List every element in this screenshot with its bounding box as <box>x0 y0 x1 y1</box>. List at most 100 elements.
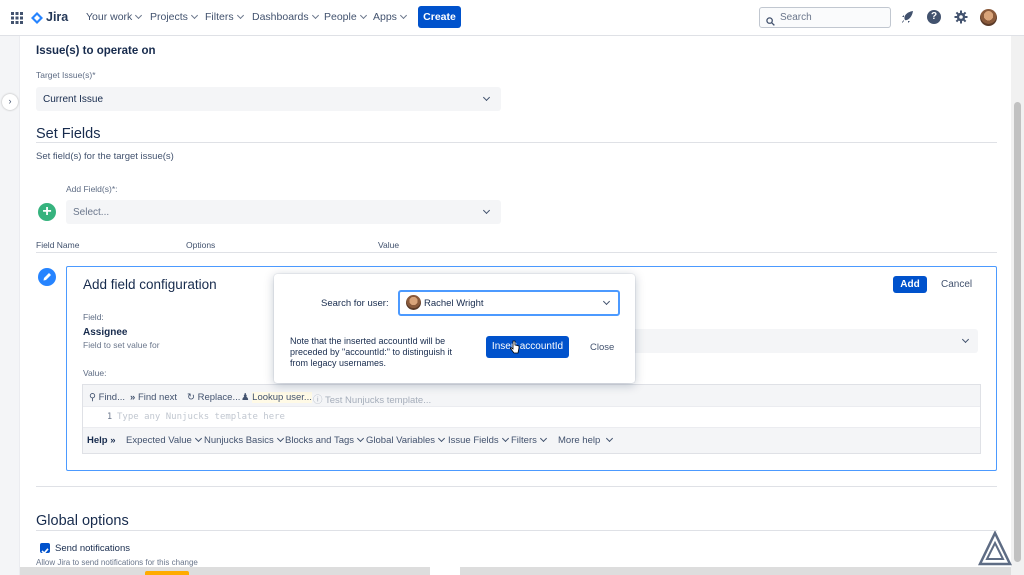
find-button[interactable]: ⚲ Find... <box>89 392 125 403</box>
search-input[interactable]: Search <box>759 7 891 28</box>
test-template-button[interactable]: ⓘ Test Nunjucks template... <box>313 392 431 406</box>
sidebar-collapsed: › <box>0 36 20 575</box>
field-help: Field to set value for <box>83 340 160 350</box>
find-next-button[interactable]: » Find next <box>130 392 177 403</box>
insert-accountid-button[interactable]: Insert accountId <box>486 336 569 358</box>
user-select[interactable]: Rachel Wright <box>398 290 620 316</box>
chevron-down-icon <box>135 11 143 20</box>
help-label: Help <box>87 435 108 446</box>
expand-sidebar-icon[interactable]: › <box>2 94 18 110</box>
search-icon <box>766 13 775 26</box>
field-label: Field: <box>83 312 104 322</box>
menu-label: Issue Fields <box>448 435 499 446</box>
nav-projects[interactable]: Projects <box>150 11 198 23</box>
expected-value-menu[interactable]: Expected Value <box>126 434 202 446</box>
line-number: 1 <box>107 412 113 422</box>
jira-logo[interactable]: Jira <box>31 9 71 27</box>
app-switcher-icon[interactable] <box>11 11 23 24</box>
add-field-icon[interactable]: + <box>38 203 56 221</box>
settings-icon[interactable] <box>954 10 968 24</box>
avatar[interactable] <box>980 9 997 26</box>
menu-label: More help <box>558 435 601 446</box>
more-help-menu[interactable]: More help <box>558 434 613 446</box>
send-notifications-help: Allow Jira to send notifications for thi… <box>36 558 198 567</box>
nav-filters[interactable]: Filters <box>205 11 244 23</box>
nav-people[interactable]: People <box>324 11 367 23</box>
search-icon: ⚲ <box>89 392 96 403</box>
top-navigation: Jira Your work Projects Filters Dashboar… <box>0 0 1024 36</box>
target-issues-value: Current Issue <box>43 94 104 105</box>
add-fields-label: Add Field(s)*: <box>66 184 118 194</box>
info-icon: ⓘ <box>313 395 323 406</box>
close-button[interactable]: Close <box>590 342 614 353</box>
user-icon: ♟ <box>241 392 250 403</box>
send-notifications-checkbox[interactable] <box>40 543 50 555</box>
divider <box>36 530 997 531</box>
target-issues-label: Target Issue(s)* <box>36 70 96 80</box>
send-notifications-label: Send notifications <box>55 543 130 554</box>
add-fields-placeholder: Select... <box>73 207 110 218</box>
chevron-down-icon <box>501 434 509 443</box>
chevron-down-icon <box>605 434 613 443</box>
menu-label: Nunjucks Basics <box>204 435 274 446</box>
value-label: Value: <box>83 368 107 378</box>
option-select[interactable] <box>627 329 978 353</box>
jira-logo-icon <box>31 11 43 24</box>
selected-user-name: Rachel Wright <box>424 298 484 309</box>
nav-label: Filters <box>205 11 234 23</box>
nav-apps[interactable]: Apps <box>373 11 407 23</box>
replace-icon: ↻ <box>187 392 195 403</box>
column-value: Value <box>378 240 400 250</box>
nunjucks-basics-menu[interactable]: Nunjucks Basics <box>204 434 284 446</box>
double-chevron-icon: » <box>130 392 136 403</box>
global-variables-menu[interactable]: Global Variables <box>366 434 446 446</box>
lookup-user-label: Lookup user... <box>252 392 312 403</box>
scroll-thumb[interactable] <box>1014 102 1021 562</box>
double-chevron-icon: » <box>110 435 116 446</box>
find-label: Find... <box>98 392 126 403</box>
issue-fields-menu[interactable]: Issue Fields <box>448 434 509 446</box>
replace-button[interactable]: ↻ Replace... <box>187 392 240 403</box>
chevron-down-icon <box>602 297 611 306</box>
nav-label: Your work <box>86 11 133 23</box>
blocks-tags-menu[interactable]: Blocks and Tags <box>285 434 365 446</box>
create-button[interactable]: Create <box>418 6 461 28</box>
lookup-user-button[interactable]: ♟ Lookup user... <box>241 392 312 403</box>
lookup-user-dialog: Search for user: Rachel Wright Note that… <box>274 274 635 383</box>
help-button[interactable]: Help » <box>87 435 116 446</box>
help-icon[interactable]: ? <box>927 10 941 24</box>
nav-dashboards[interactable]: Dashboards <box>252 11 319 23</box>
divider <box>36 486 997 487</box>
accountid-note: Note that the inserted accountId will be… <box>290 336 452 368</box>
menu-label: Blocks and Tags <box>285 435 355 446</box>
chevron-down-icon <box>482 206 491 215</box>
set-fields-title: Set Fields <box>36 126 101 142</box>
checkmark-icon <box>41 548 49 555</box>
chevron-down-icon <box>437 434 446 443</box>
vertical-scrollbar[interactable] <box>1011 36 1024 575</box>
column-field-name: Field Name <box>36 240 80 250</box>
menu-label: Expected Value <box>126 435 192 446</box>
column-options: Options <box>186 240 216 250</box>
target-issues-select[interactable]: Current Issue <box>36 87 501 111</box>
search-placeholder: Search <box>780 12 812 23</box>
cancel-button[interactable]: Cancel <box>941 279 972 290</box>
mouse-cursor-icon <box>510 340 520 354</box>
chevron-down-icon <box>194 434 202 443</box>
scroll-thumb[interactable] <box>430 567 460 575</box>
find-next-label: Find next <box>137 392 178 403</box>
config-title: Add field configuration <box>83 277 217 292</box>
search-user-label: Search for user: <box>321 298 389 309</box>
add-fields-select[interactable]: Select... <box>66 200 501 224</box>
editor-input[interactable]: Type any Nunjucks template here <box>115 408 979 425</box>
filters-menu[interactable]: Filters <box>511 434 547 446</box>
nav-your-work[interactable]: Your work <box>86 11 143 23</box>
nav-label: Projects <box>150 11 188 23</box>
chevron-down-icon <box>311 11 319 20</box>
chevron-down-icon <box>359 11 367 20</box>
add-button[interactable]: Add <box>893 276 927 293</box>
edit-icon[interactable] <box>38 268 56 286</box>
notifications-icon[interactable] <box>901 10 915 24</box>
divider <box>36 142 997 143</box>
chevron-down-icon <box>276 434 284 443</box>
